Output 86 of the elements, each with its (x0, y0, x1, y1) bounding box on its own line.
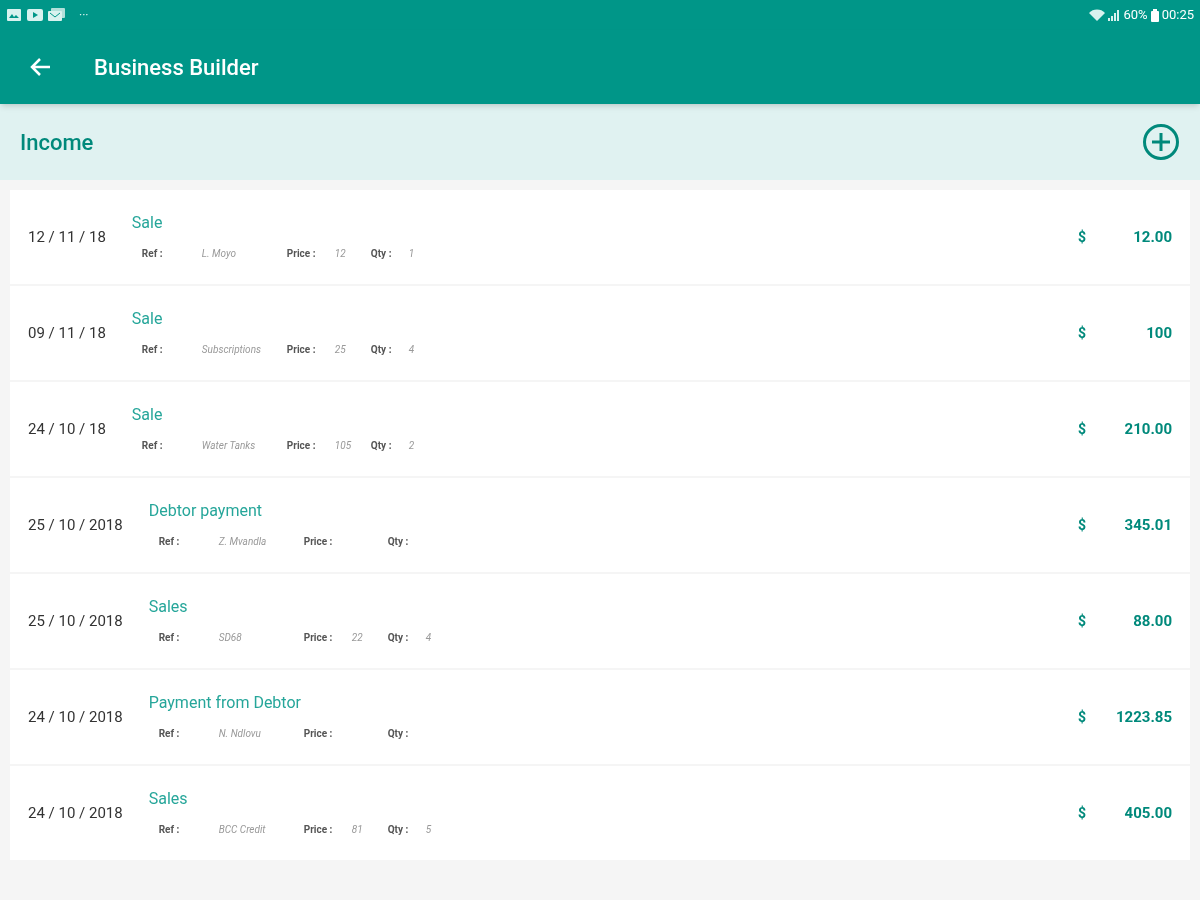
entry-amount: 1223.85 (1115, 706, 1172, 728)
field-label: Price : (286, 441, 317, 451)
entry-amount: 345.01 (1123, 514, 1172, 536)
field-label: Qty : (387, 729, 410, 739)
entry-card[interactable]: 24 / 10 / 2018 Sales Ref : BCC Credit Price : 81 Qty : 5 $ 405.00 (10, 766, 1190, 860)
field-label: Ref : (158, 825, 181, 835)
field-label: Qty : (387, 633, 410, 643)
field-value: Water Tanks (201, 441, 257, 451)
entry-card[interactable]: 24 / 10 / 2018 Payment from Debtor Ref : N. Ndlovu Price : Qty : $ 1223.85 (10, 670, 1190, 764)
field-value: 81 (351, 825, 364, 835)
overflow-indicator: ··· (79, 7, 89, 24)
field-value: BCC Credit (218, 825, 267, 835)
signal-icon (1108, 9, 1121, 21)
back-arrow-icon[interactable] (30, 57, 52, 77)
wifi-icon (1089, 9, 1106, 21)
entry-card[interactable]: 25 / 10 / 2018 Debtor payment Ref : Z. Mvandla Price : Qty : $ 345.01 (10, 478, 1190, 572)
entry-title: Sale (131, 215, 164, 231)
field-label: Qty : (387, 825, 410, 835)
field-label: Qty : (370, 249, 393, 259)
field-value: 2 (408, 441, 416, 451)
field-value: 105 (334, 441, 353, 451)
field-label: Price : (303, 633, 334, 643)
field-value: L. Moyo (201, 249, 238, 259)
field-value: 25 (334, 345, 347, 355)
entry-title: Debtor payment (148, 503, 263, 519)
currency-symbol: $ (1077, 515, 1086, 535)
field-label: Ref : (141, 249, 164, 259)
currency-symbol: $ (1077, 803, 1086, 823)
clock-time: 00:25 (1161, 6, 1194, 25)
field-label: Price : (303, 537, 334, 547)
field-value: 22 (351, 633, 364, 643)
entry-date: 25 / 10 / 2018 (28, 514, 123, 536)
play-icon (27, 9, 43, 21)
entry-card[interactable]: 12 / 11 / 18 Sale Ref : L. Moyo Price : 12 Qty : 1 $ 12.00 (10, 190, 1190, 284)
entry-date: 09 / 11 / 18 (28, 322, 106, 344)
currency-symbol: $ (1077, 707, 1086, 727)
app-title: Business Builder (94, 53, 259, 82)
entry-title: Sale (131, 311, 164, 327)
currency-symbol: $ (1077, 323, 1086, 343)
entry-date: 24 / 10 / 2018 (28, 802, 123, 824)
entry-title: Sales (148, 791, 189, 807)
entry-amount: 12.00 (1132, 226, 1172, 248)
currency-symbol: $ (1077, 611, 1086, 631)
currency-symbol: $ (1077, 419, 1086, 439)
field-value: 5 (425, 825, 433, 835)
entry-date: 24 / 10 / 2018 (28, 706, 123, 728)
add-icon[interactable] (1142, 123, 1180, 161)
entry-amount: 405.00 (1123, 802, 1172, 824)
currency-symbol: $ (1077, 227, 1086, 247)
field-label: Ref : (158, 729, 181, 739)
battery-icon (1150, 8, 1159, 22)
field-label: Price : (286, 249, 317, 259)
entry-amount: 210.00 (1123, 418, 1172, 440)
gallery-icon (6, 8, 22, 22)
entry-date: 24 / 10 / 18 (28, 418, 106, 440)
field-label: Qty : (370, 441, 393, 451)
field-label: Qty : (370, 345, 393, 355)
message-icon (48, 8, 66, 22)
field-label: Price : (303, 729, 334, 739)
field-value: SD68 (218, 633, 243, 643)
field-value: 12 (334, 249, 347, 259)
field-label: Price : (303, 825, 334, 835)
field-value: 4 (425, 633, 433, 643)
field-label: Qty : (387, 537, 410, 547)
entry-card[interactable]: 25 / 10 / 2018 Sales Ref : SD68 Price : 22 Qty : 4 $ 88.00 (10, 574, 1190, 668)
entry-title: Payment from Debtor (148, 695, 302, 711)
entry-amount: 88.00 (1132, 610, 1172, 632)
field-value: N. Ndlovu (218, 729, 262, 739)
field-label: Ref : (141, 345, 164, 355)
entry-date: 25 / 10 / 2018 (28, 610, 123, 632)
entry-card[interactable]: 24 / 10 / 18 Sale Ref : Water Tanks Price : 105 Qty : 2 $ 210.00 (10, 382, 1190, 476)
field-value: 1 (408, 249, 416, 259)
battery-level: 60% (1123, 6, 1148, 25)
field-label: Ref : (158, 537, 181, 547)
field-label: Ref : (141, 441, 164, 451)
entry-date: 12 / 11 / 18 (28, 226, 106, 248)
field-label: Price : (286, 345, 317, 355)
entry-title: Sales (148, 599, 189, 615)
field-value: Subscriptions (201, 345, 262, 355)
section-title: Income (20, 128, 94, 157)
entry-title: Sale (131, 407, 164, 423)
entry-amount: 100 (1145, 322, 1172, 344)
field-value: Z. Mvandla (218, 537, 268, 547)
field-value: 4 (408, 345, 416, 355)
field-label: Ref : (158, 633, 181, 643)
entry-card[interactable]: 09 / 11 / 18 Sale Ref : Subscriptions Price : 25 Qty : 4 $ 100 (10, 286, 1190, 380)
